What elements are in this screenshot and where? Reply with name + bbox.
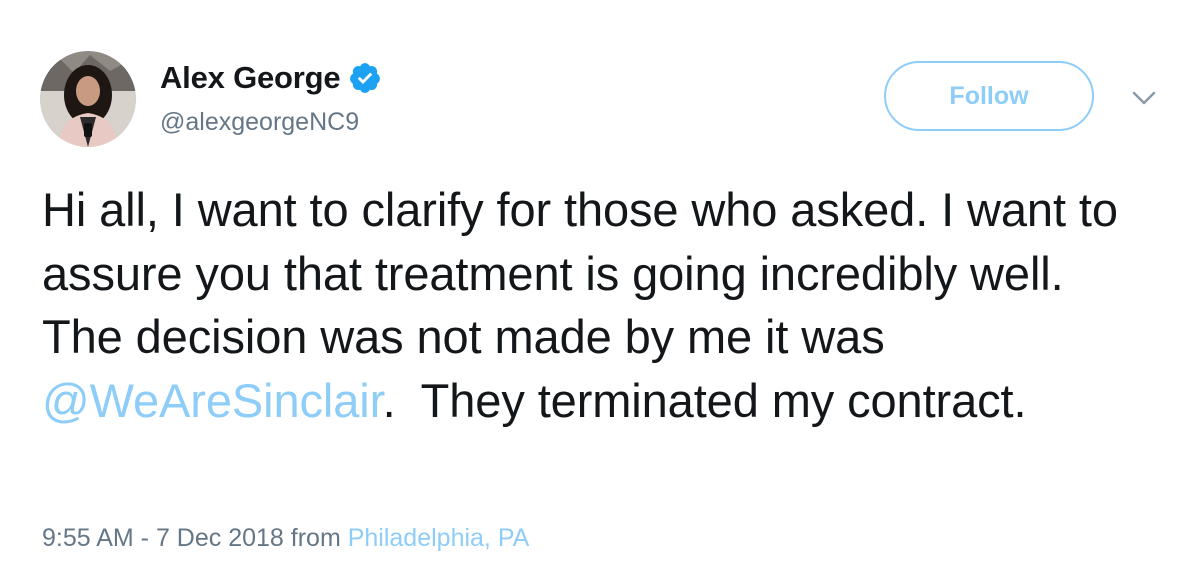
tweet-text-part: Hi all, I want to clarify for those who … xyxy=(42,183,1131,363)
tweet-text: Hi all, I want to clarify for those who … xyxy=(42,178,1162,432)
location-link[interactable]: Philadelphia, PA xyxy=(348,524,530,552)
tweet-card: Alex George @alexgeorgeNC9 Follow Hi all… xyxy=(0,0,1196,580)
display-name[interactable]: Alex George xyxy=(160,60,341,96)
from-label: from xyxy=(290,524,341,552)
tweet-text-part: . They terminated my contract. xyxy=(382,373,1027,427)
author-name-row: Alex George xyxy=(160,60,382,96)
user-handle[interactable]: @alexgeorgeNC9 xyxy=(160,108,359,137)
follow-button[interactable]: Follow xyxy=(884,61,1094,131)
tweet-metadata: 9:55 AM - 7 Dec 2018 from Philadelphia, … xyxy=(42,524,529,553)
verified-badge-icon xyxy=(348,61,382,95)
mention-link[interactable]: @WeAreSinclair xyxy=(42,374,383,427)
chevron-down-icon[interactable] xyxy=(1131,90,1157,108)
avatar-image xyxy=(40,51,136,147)
avatar[interactable] xyxy=(40,51,136,147)
timestamp[interactable]: 9:55 AM - 7 Dec 2018 xyxy=(42,524,284,552)
